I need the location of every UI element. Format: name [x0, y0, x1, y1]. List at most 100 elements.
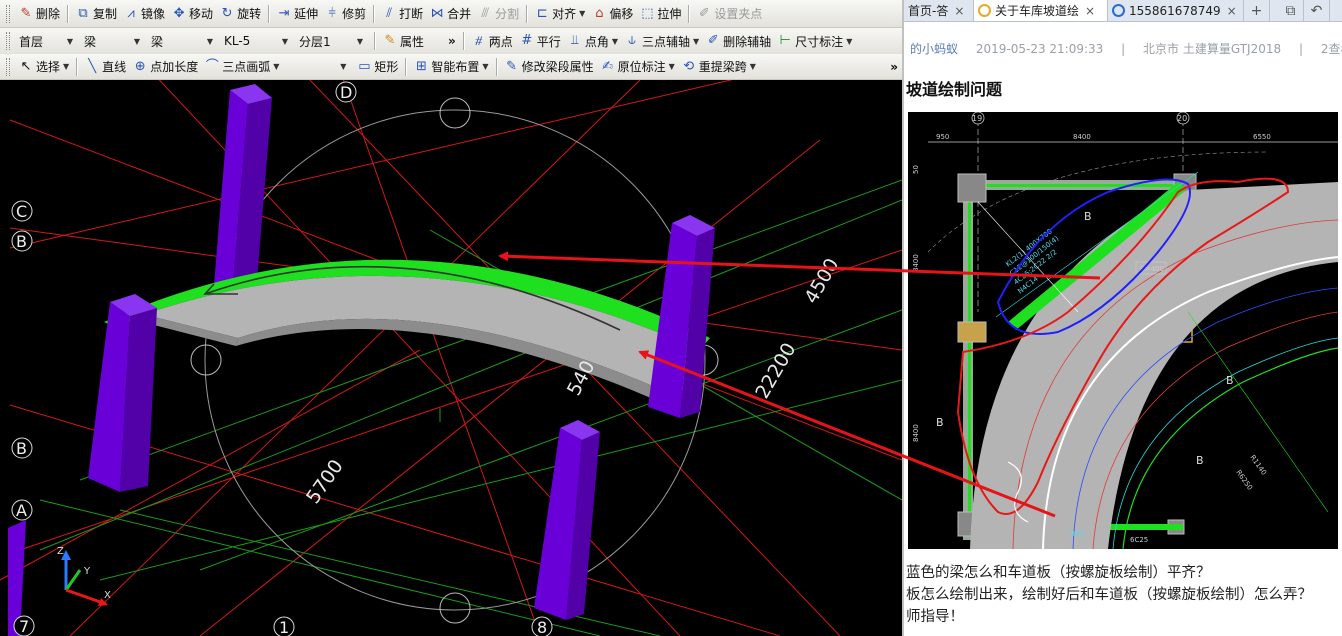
- smart-layout-dropdown[interactable]: ⊞ 智能布置 ▼: [410, 56, 491, 78]
- mirror-icon: ⩘: [127, 5, 135, 21]
- point-angle-dropdown[interactable]: ⫫ 点角 ▼: [564, 30, 621, 52]
- stretch-label: 拉伸: [657, 7, 682, 21]
- trim-button[interactable]: ⫩ 修剪: [321, 3, 369, 25]
- delete-axis-button[interactable]: ✐ 删除辅轴: [702, 30, 774, 52]
- 3d-viewport[interactable]: 4500 22200 540 5700 D C B B A 7 1 8 Z Y …: [0, 80, 902, 636]
- layer-select[interactable]: 分层1 ▼: [295, 31, 367, 51]
- break-label: 打断: [399, 7, 424, 21]
- author-name[interactable]: 的小蚂蚁: [910, 42, 958, 56]
- rotate-button[interactable]: ↻ 旋转: [216, 3, 264, 25]
- chevron-down-icon: ▼: [356, 36, 363, 46]
- dim-5700: 5700: [302, 456, 348, 508]
- toolbar-separator: [688, 4, 690, 23]
- copy-icon: ⧉: [78, 5, 88, 21]
- mirror-button[interactable]: ⩘ 镜像: [120, 3, 168, 25]
- attached-drawing[interactable]: 19 20 950 8400 6550 50 8400 8400 KL2(1) …: [908, 112, 1338, 549]
- in-place-label-text: 原位标注: [617, 60, 666, 74]
- close-icon[interactable]: ×: [1085, 4, 1095, 18]
- merge-button[interactable]: ⋈ 合并: [426, 3, 474, 25]
- axis-label-a: A: [16, 501, 27, 520]
- restore-tabs-button[interactable]: ⧉: [1278, 0, 1304, 21]
- tab-ramp-question-label: 关于车库坡道绘: [995, 4, 1080, 18]
- close-icon[interactable]: ×: [954, 4, 964, 18]
- merge-icon: ⋈: [430, 5, 444, 21]
- drawing-side-dim-8400: 8400: [912, 254, 920, 272]
- toolbar2-more[interactable]: »: [445, 30, 459, 52]
- column-bottom: [534, 420, 600, 620]
- meta-separator: |: [1298, 42, 1303, 56]
- two-points-button[interactable]: ⧣ 两点: [468, 30, 516, 52]
- cursor-icon: ↖: [20, 58, 32, 74]
- category-select[interactable]: 梁 ▼: [80, 31, 144, 51]
- axis-label-7: 7: [19, 617, 29, 636]
- split-label: 分割: [495, 7, 520, 21]
- point-extend-label: 点加长度: [150, 60, 199, 74]
- break-button[interactable]: ⫽ 打断: [378, 3, 426, 25]
- point-angle-label: 点角: [584, 34, 609, 49]
- component-select[interactable]: KL-5 ▼: [220, 31, 292, 51]
- toolbar-grip[interactable]: [6, 57, 10, 76]
- dimension-dropdown[interactable]: ⊢ 尺寸标注 ▼: [774, 30, 855, 52]
- floor-value: 首层: [19, 34, 44, 49]
- offset-button[interactable]: ⌂ 偏移: [588, 3, 636, 25]
- select-dropdown[interactable]: ↖ 选择 ▼: [15, 56, 72, 78]
- floor-select[interactable]: 首层 ▼: [15, 31, 77, 51]
- toolbar-grip[interactable]: [6, 4, 10, 23]
- guide-node: [190, 344, 222, 376]
- set-grip-button[interactable]: ✐ 设置夹点: [693, 3, 765, 25]
- tab-image[interactable]: 155861678749 ×: [1108, 0, 1244, 21]
- point-extend-button[interactable]: ⊕ 点加长度: [129, 56, 201, 78]
- drawing-dim-8400: 8400: [1073, 133, 1091, 141]
- line-button[interactable]: ╲ 直线: [81, 56, 129, 78]
- in-place-label-icon: ✍: [602, 58, 614, 74]
- delete-axis-label: 删除辅轴: [723, 34, 772, 49]
- tab-home[interactable]: 首页-答 ×: [904, 0, 974, 21]
- more-chevron: »: [890, 59, 898, 74]
- dimension-label: 尺寸标注: [795, 34, 844, 49]
- ucs-x-label: X: [104, 590, 111, 601]
- three-point-axis-dropdown[interactable]: ⫝ 三点辅轴 ▼: [621, 30, 702, 52]
- component-value: KL-5: [224, 34, 251, 48]
- trim-icon: ⫩: [328, 5, 336, 21]
- modify-span-button[interactable]: ✎ 修改梁段属性: [501, 56, 597, 78]
- chevron-down-icon: ▼: [579, 9, 586, 18]
- post-software: 土建算量GTJ2018: [1182, 42, 1282, 56]
- delete-button[interactable]: ✎ 删除: [15, 3, 63, 25]
- toolbar-grip[interactable]: [6, 32, 10, 50]
- two-points-icon: ⧣: [475, 33, 483, 48]
- new-tab-button[interactable]: +: [1244, 0, 1270, 21]
- component-toolbar: 首层 ▼ 梁 ▼ 梁 ▼ KL-5 ▼ 分层1 ▼ ✎ 属性 » ⧣ 两点 # 平行 ⫫ 点角 ▼ …: [0, 28, 902, 55]
- rectangle-button[interactable]: ▭ 矩形: [353, 56, 401, 78]
- extend-label: 延伸: [294, 7, 319, 21]
- type-select[interactable]: 梁 ▼: [147, 31, 217, 51]
- align-dropdown[interactable]: ⊏ 对齐 ▼: [531, 3, 588, 25]
- break-icon: ⫽: [386, 5, 393, 21]
- three-point-arc-dropdown[interactable]: ⌒ 三点画弧 ▼: [201, 56, 282, 78]
- undo-close-button[interactable]: ↶: [1304, 0, 1330, 21]
- stretch-button[interactable]: ⬚ 拉伸: [636, 3, 684, 25]
- ramp-slab: [104, 259, 710, 410]
- tab-ramp-question[interactable]: 关于车库坡道绘 ×: [974, 0, 1108, 21]
- blank-select[interactable]: ▼: [288, 57, 350, 77]
- copy-button[interactable]: ⧉ 复制: [72, 3, 120, 25]
- rotate-icon: ↻: [221, 5, 233, 21]
- toolbar3-more[interactable]: »: [890, 60, 898, 74]
- post-body-line-2: 板怎么绘制出来，绘制好后和车道板（按螺旋板绘制）怎么弄？: [906, 587, 1312, 603]
- rotate-label: 旋转: [237, 7, 262, 21]
- post-body-line-3: 师指导！: [906, 609, 964, 625]
- close-icon[interactable]: ×: [1227, 4, 1237, 18]
- parallel-button[interactable]: # 平行: [516, 30, 564, 52]
- axis-bubbles: D C B B A 7 1 8: [11, 81, 553, 636]
- three-point-arc-label: 三点画弧: [222, 60, 271, 74]
- properties-button[interactable]: ✎ 属性: [379, 30, 427, 52]
- tab-image-label: 155861678749: [1129, 3, 1221, 18]
- drawing-svg: 19 20 950 8400 6550 50 8400 8400 KL2(1) …: [912, 112, 1338, 549]
- re-extract-span-dropdown[interactable]: ⟲ 重提梁跨 ▼: [678, 56, 759, 78]
- extend-button[interactable]: ⇥ 延伸: [273, 3, 321, 25]
- three-point-axis-label: 三点辅轴: [641, 34, 690, 49]
- split-button[interactable]: ⫻ 分割: [474, 3, 522, 25]
- drawing-dim-950: 950: [936, 133, 949, 141]
- chevron-down-icon: ▼: [846, 36, 853, 46]
- in-place-label-dropdown[interactable]: ✍ 原位标注 ▼: [597, 56, 678, 78]
- move-button[interactable]: ✥ 移动: [168, 3, 216, 25]
